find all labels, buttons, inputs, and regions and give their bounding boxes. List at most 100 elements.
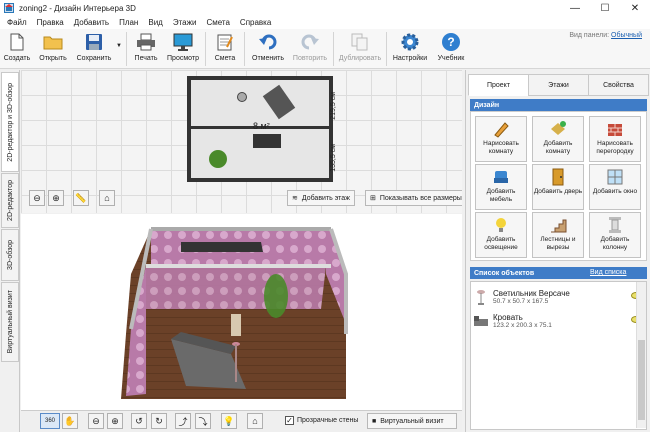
door-icon: [549, 168, 567, 186]
right-panel: Проект Этажи Свойства Дизайн Нарисовать …: [465, 70, 650, 432]
estimate-button[interactable]: Смета: [208, 29, 242, 69]
separator: [333, 32, 334, 66]
panel-view-link[interactable]: Обычный: [611, 32, 642, 39]
home-button[interactable]: ⌂: [99, 190, 115, 206]
separator: [126, 32, 127, 66]
create-button[interactable]: Создать: [0, 29, 34, 69]
tab-virtual-visit[interactable]: Виртуальный визит: [1, 282, 19, 362]
print-button[interactable]: Печать: [129, 29, 163, 69]
bulb-icon: 💡: [223, 415, 235, 426]
stairs-button[interactable]: Лестницы и вырезы: [532, 212, 584, 258]
rotate-360-button[interactable]: 360: [40, 413, 60, 429]
rotate-right-button[interactable]: ↻: [151, 413, 167, 429]
ruler-icon: 📏: [75, 192, 87, 203]
zoom-in-button[interactable]: ⊕: [48, 190, 64, 206]
armchair-icon: [492, 168, 510, 186]
save-button[interactable]: Сохранить: [72, 29, 116, 69]
view-3d-toolbar: 360 ✋ ⊖ ⊕ ↺ ↻ ⤴ ⤵ 💡 ⌂ ✓ Прозрачные стены…: [21, 410, 462, 432]
title-bar: zoning2 - Дизайн Интерьера 3D — ☐ ✕: [0, 0, 650, 16]
view-list-link[interactable]: Вид списка: [590, 269, 626, 276]
stairs-icon: [549, 216, 567, 234]
draw-room-button[interactable]: Нарисовать комнату: [475, 116, 527, 162]
app-icon: [4, 3, 14, 13]
light-button[interactable]: 💡: [221, 413, 237, 429]
printer-icon: [135, 32, 157, 52]
minimize-button[interactable]: —: [560, 0, 590, 16]
add-room-icon: [549, 120, 567, 138]
menu-help[interactable]: Справка: [235, 18, 276, 27]
tab-3d[interactable]: 3D-обзор: [1, 229, 19, 281]
menu-file[interactable]: Файл: [2, 18, 32, 27]
add-lighting-button[interactable]: Добавить освещение: [475, 212, 527, 258]
undo-button[interactable]: Отменить: [247, 29, 289, 69]
scrollbar[interactable]: [636, 282, 646, 428]
add-column-button[interactable]: Добавить колонну: [589, 212, 641, 258]
notepad-icon: [214, 32, 236, 52]
menu-view[interactable]: Вид: [143, 18, 167, 27]
save-dropdown-icon[interactable]: ▼: [116, 29, 124, 49]
home-icon: ⌂: [252, 416, 258, 426]
show-sizes-button[interactable]: ⊞ Показывать все размеры: [365, 190, 462, 206]
tab-2d-3d[interactable]: 2D-редактор и 3D-обзор: [1, 72, 19, 172]
add-window-button[interactable]: Добавить окно: [589, 164, 641, 210]
brick-wall-icon: [606, 120, 624, 138]
toolbar: Создать Открыть Сохранить ▼ Печать Просм…: [0, 29, 650, 69]
tilt-down-button[interactable]: ⤵: [195, 413, 211, 429]
tutorial-button[interactable]: ? Учебник: [431, 29, 471, 69]
settings-button[interactable]: Настройки: [389, 29, 431, 69]
tab-project[interactable]: Проект: [468, 74, 529, 96]
zoom-out-3d-button[interactable]: ⊖: [88, 413, 104, 429]
zoom-out-icon: ⊖: [33, 192, 41, 203]
menu-edit[interactable]: Правка: [32, 18, 69, 27]
separator: [244, 32, 245, 66]
list-item[interactable]: Кровать 123.2 x 200.3 x 75.1: [473, 310, 641, 332]
menu-estimate[interactable]: Смета: [201, 18, 234, 27]
scroll-thumb[interactable]: [638, 340, 645, 420]
dimension-bottom: 135,5 см: [330, 144, 337, 172]
virtual-visit-button[interactable]: ■ Виртуальный визит: [367, 413, 457, 429]
duplicate-button[interactable]: Дублировать: [336, 29, 384, 69]
open-button[interactable]: Открыть: [34, 29, 72, 69]
add-furniture-button[interactable]: Добавить мебель: [475, 164, 527, 210]
add-door-button[interactable]: Добавить дверь: [532, 164, 584, 210]
maximize-button[interactable]: ☐: [590, 0, 620, 16]
menu-add[interactable]: Добавить: [69, 18, 114, 27]
zoom-out-button[interactable]: ⊖: [29, 190, 45, 206]
preview-button[interactable]: Просмотр: [163, 29, 203, 69]
view-3d[interactable]: [21, 214, 462, 410]
transparent-walls-checkbox[interactable]: ✓ Прозрачные стены: [285, 416, 358, 425]
sofa-plan: [262, 84, 296, 120]
tab-properties[interactable]: Свойства: [588, 74, 649, 96]
menu-bar: Файл Правка Добавить План Вид Этажи Смет…: [0, 16, 650, 29]
checkbox-checked-icon: ✓: [285, 416, 294, 425]
zoom-in-3d-button[interactable]: ⊕: [107, 413, 123, 429]
list-item[interactable]: Светильник Версаче 50.7 x 50.7 x 167.5: [473, 286, 641, 308]
bed-headboard-plan: [253, 134, 281, 148]
tilt-up-button[interactable]: ⤴: [175, 413, 191, 429]
hand-tool-button[interactable]: ✋: [62, 413, 78, 429]
gear-icon: [399, 32, 421, 52]
panel-view: Вид панели: Обычный: [569, 32, 642, 39]
camera-icon: ■: [372, 417, 377, 425]
home-3d-button[interactable]: ⌂: [247, 413, 263, 429]
window-title: zoning2 - Дизайн Интерьера 3D: [19, 3, 136, 13]
add-room-button[interactable]: Добавить комнату: [532, 116, 584, 162]
design-header: Дизайн: [470, 99, 647, 111]
close-button[interactable]: ✕: [620, 0, 650, 16]
room-3d-render: [121, 227, 348, 399]
redo-button[interactable]: Повторить: [289, 29, 331, 69]
rotate-left-button[interactable]: ↺: [131, 413, 147, 429]
draw-partition-button[interactable]: Нарисовать перегородку: [589, 116, 641, 162]
zoom-in-icon: ⊕: [52, 192, 60, 203]
menu-floors[interactable]: Этажи: [168, 18, 202, 27]
plan-2d-view[interactable]: 8 м² 219,5 см 135,5 см ⊖ ⊕ 📏 ⌂ ≋ Добавить…: [21, 70, 462, 213]
add-floor-button[interactable]: ≋ Добавить этаж: [287, 190, 355, 206]
new-file-icon: [6, 32, 28, 52]
tab-2d[interactable]: 2D-редактор: [1, 173, 19, 228]
tab-floors[interactable]: Этажи: [528, 74, 589, 96]
dimension-top: 219,5 см: [330, 92, 337, 120]
zoom-out-icon: ⊖: [92, 415, 100, 426]
object-size: 123.2 x 200.3 x 75.1: [493, 322, 552, 329]
ruler-button[interactable]: 📏: [73, 190, 89, 206]
menu-plan[interactable]: План: [114, 18, 143, 27]
